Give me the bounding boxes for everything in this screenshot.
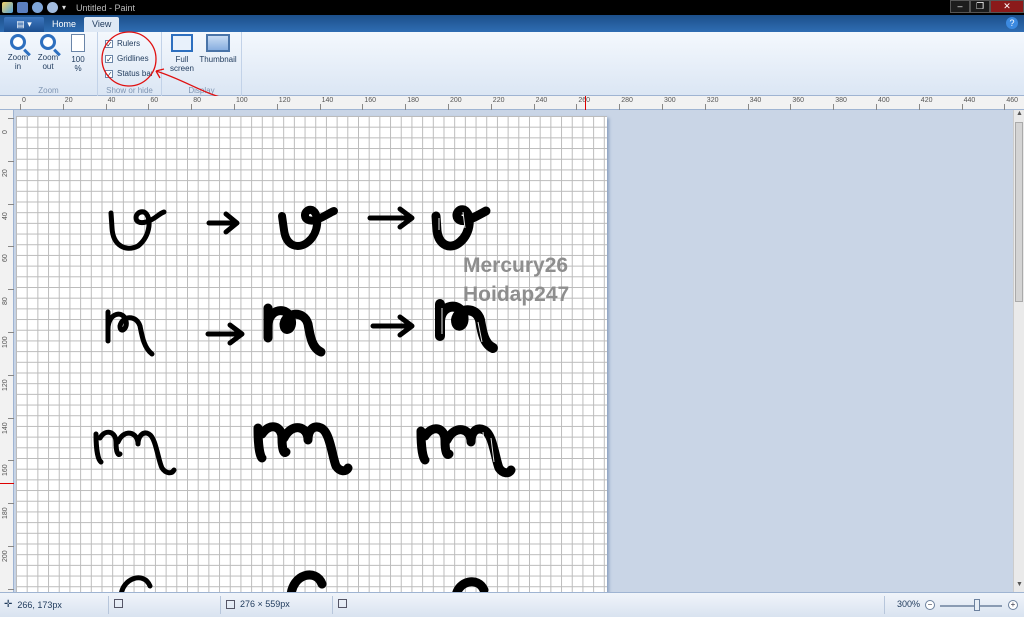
quick-access-toolbar: ▾ [0,0,70,15]
scroll-down-arrow-icon[interactable]: ▼ [1014,581,1024,592]
stroke-arrow-3 [205,322,245,346]
selection-size [114,599,123,608]
full-screen-button[interactable]: Full screen [168,34,196,73]
scroll-up-arrow-icon[interactable]: ▲ [1014,110,1024,121]
watermark-line-1: Mercury26 [463,254,569,277]
minimize-button[interactable]: – [950,0,970,13]
zoom-level: 300% [897,599,921,609]
stroke-letter-n-2 [263,303,326,357]
zoom-in-small-icon[interactable]: + [1008,600,1018,610]
customize-qat-icon[interactable]: ▾ [62,2,70,13]
tab-home[interactable]: Home [44,17,84,32]
vertical-scrollbar[interactable]: ▲ ▼ [1013,110,1024,592]
ruler-cursor-marker-horizontal [585,96,586,110]
stroke-partial-1 [119,575,153,592]
zoom-out-small-icon[interactable]: − [925,600,935,610]
window-title: Untitled - Paint [76,2,136,13]
stroke-letter-m-3 [416,424,516,478]
zoom-group-label: Zoom [38,86,59,95]
drawing-strokes [93,205,516,592]
stroke-letter-m-1 [93,429,177,476]
display-group-label: Display [188,86,215,95]
close-button[interactable]: ✕ [990,0,1024,13]
stroke-partial-3 [452,577,489,592]
selection-icon [114,599,123,608]
save-icon[interactable] [17,2,28,13]
undo-icon[interactable] [32,2,43,13]
crosshair-icon: ✛ [4,599,13,610]
stroke-arrow-2 [367,206,415,230]
vertical-ruler: 020406080100120140160180200220 [0,110,14,605]
disk-icon [338,599,347,608]
zoom-out-icon [40,34,56,50]
ribbon: Zoom in Zoom out 100 % Zoom Show or hide… [0,32,1024,96]
title-bar: ▾ Untitled - Paint – ❐ ✕ [0,0,1024,15]
stroke-partial-2 [287,570,327,592]
show-hide-group-label: Show or hide [106,86,153,95]
drawing-canvas[interactable]: Mercury26 Hoidap247 [16,116,607,592]
status-bar-check-icon: ✓ [105,69,113,79]
status-bar: ✛ 266, 173px 276 × 559px 300% − + [0,592,1024,617]
stroke-letter-v-2 [278,205,338,250]
ruler-cursor-marker-vertical [0,483,14,484]
app-menu-icon[interactable] [2,2,13,13]
page-icon [71,34,85,52]
stroke-letter-n-1 [105,309,155,357]
stroke-arrow-1 [206,211,240,235]
rulers-checkbox[interactable]: ✓ Rulers [105,39,140,48]
cursor-position: ✛ 266, 173px [4,599,62,610]
zoom-slider-thumb[interactable] [974,599,981,611]
stroke-letter-m-2 [253,422,353,476]
zoom-100-button[interactable]: 100 % [64,34,92,73]
horizontal-ruler: 0204060801001201401601802002202402602803… [0,96,1024,110]
zoom-in-icon [10,34,26,50]
gridlines-check-icon: ✓ [105,54,113,64]
zoom-out-button[interactable]: Zoom out [34,34,62,71]
stroke-arrow-4 [370,314,415,338]
watermark-line-2: Hoidap247 [463,283,570,306]
redo-icon[interactable] [47,2,58,13]
zoom-in-button[interactable]: Zoom in [4,34,32,71]
canvas-size-icon [226,599,235,609]
restore-button[interactable]: ❐ [970,0,990,13]
scroll-thumb[interactable] [1015,122,1023,302]
thumbnail-button[interactable]: Thumbnail [198,34,238,64]
canvas-size: 276 × 559px [226,599,290,609]
status-bar-checkbox[interactable]: ✓ Status bar [105,69,153,78]
stroke-letter-v-3 [431,205,491,251]
ribbon-tabs: ▤ ▾ Home View ? [0,15,1024,32]
thumbnail-icon [206,34,230,52]
stroke-letter-v-1 [108,209,167,251]
paint-menu-button[interactable]: ▤ ▾ [4,17,44,32]
file-size [338,599,347,608]
zoom-slider[interactable] [940,605,1002,607]
tab-view[interactable]: View [84,17,120,32]
help-icon[interactable]: ? [1006,17,1018,29]
rulers-check-icon: ✓ [105,39,113,49]
workspace[interactable]: Mercury26 Hoidap247 [14,110,1013,592]
full-screen-icon [171,34,193,52]
zoom-group: Zoom in Zoom out 100 % Zoom [0,32,98,96]
display-group: Full screen Thumbnail Display [162,32,242,96]
stroke-letter-n-3 [435,299,498,353]
gridlines-checkbox[interactable]: ✓ Gridlines [105,54,149,63]
